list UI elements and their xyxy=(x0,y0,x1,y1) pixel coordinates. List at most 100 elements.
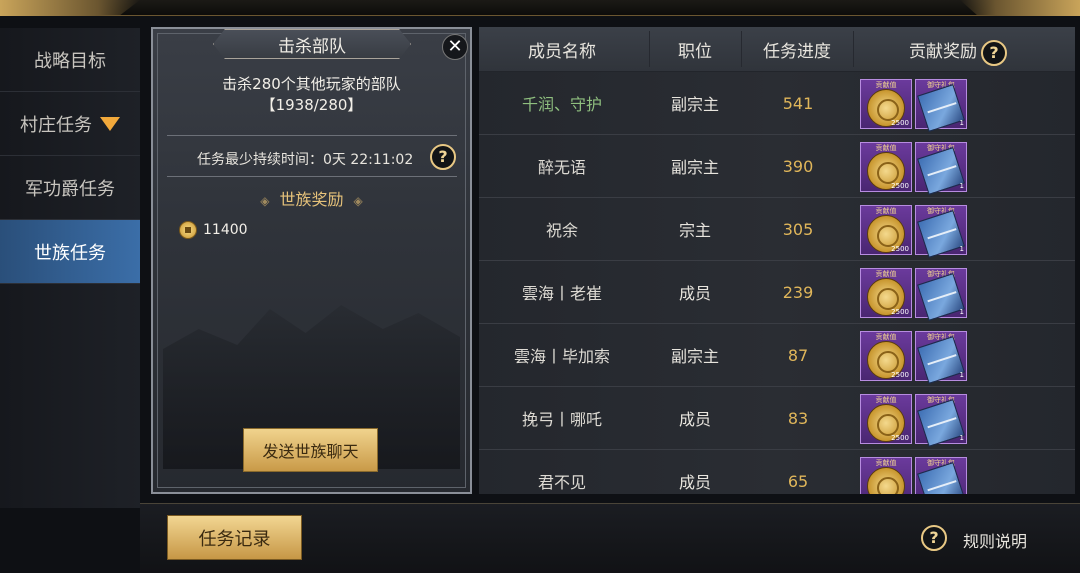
nav-item-strategic-goals[interactable]: 战略目标 xyxy=(0,28,140,92)
table-row[interactable]: 醉无语 副宗主 390 贡献值 2500 御守礼包 1 xyxy=(479,135,1075,198)
member-name: 雲海丨老崔 xyxy=(521,284,602,303)
divider xyxy=(167,135,457,136)
nav-item-label: 战略目标 xyxy=(34,50,106,72)
reward-item-count: 1 xyxy=(959,371,964,379)
task-description: 击杀280个其他玩家的部队 【1938/280】 xyxy=(153,74,470,116)
nav-item-label: 世族任务 xyxy=(34,242,106,264)
member-name: 雲海丨毕加索 xyxy=(513,347,610,366)
reward-section-title: ◈ 世族奖励 ◈ xyxy=(153,186,470,210)
reward-item-gift-pack[interactable]: 御守礼包 1 xyxy=(915,205,967,258)
header-role: 职位 xyxy=(678,41,712,62)
member-progress: 390 xyxy=(782,156,814,176)
reward-item-count: 2500 xyxy=(891,434,909,442)
reward-item-contribution[interactable]: 贡献值 2500 xyxy=(860,394,912,444)
member-progress: 541 xyxy=(782,93,814,113)
divider xyxy=(167,176,457,177)
nav-item-village-tasks[interactable]: 村庄任务 xyxy=(0,92,140,156)
help-icon[interactable]: ? xyxy=(430,144,456,170)
task-duration: 任务最少持续时间：0天 22:11:02 xyxy=(197,152,414,168)
nav-item-clan-tasks[interactable]: 世族任务 xyxy=(0,220,140,284)
panel-title: 击杀部队 xyxy=(213,29,411,59)
reward-item-count: 2500 xyxy=(891,371,909,379)
member-role: 成员 xyxy=(678,473,711,492)
top-corner-left-ornament xyxy=(0,0,140,16)
reward-item-count: 1 xyxy=(959,119,964,127)
reward-item-count: 1 xyxy=(959,182,964,190)
reward-item-gift-pack[interactable]: 御守礼包 1 xyxy=(915,142,967,195)
header-reward-label: 贡献奖励 xyxy=(909,41,977,62)
table-header: 成员名称 职位 任务进度 贡献奖励 ? xyxy=(479,27,1075,71)
rules-explanation-link[interactable]: 规则说明 xyxy=(963,528,1027,552)
nav-item-label: 村庄任务 xyxy=(20,114,92,136)
gift-pack-icon xyxy=(917,84,965,132)
reward-item-count: 2500 xyxy=(891,182,909,190)
member-progress: 239 xyxy=(782,282,814,302)
member-role: 副宗主 xyxy=(670,347,719,366)
member-name: 千润、守护 xyxy=(521,95,602,114)
table-row[interactable]: 祝余 宗主 305 贡献值 2500 御守礼包 1 xyxy=(479,198,1075,261)
table-row[interactable]: 雲海丨毕加索 副宗主 87 贡献值 2500 御守礼包 1 xyxy=(479,324,1075,387)
member-progress: 305 xyxy=(782,219,814,239)
send-clan-chat-button[interactable]: 发送世族聊天 xyxy=(243,428,378,472)
task-description-text: 击杀280个其他玩家的部队 xyxy=(222,75,401,93)
reward-item-gift-pack[interactable]: 御守礼包 1 xyxy=(915,331,967,384)
reward-item-gift-pack[interactable]: 御守礼包 1 xyxy=(915,268,967,321)
member-role: 副宗主 xyxy=(670,95,719,114)
contribution-medal-icon xyxy=(867,467,905,494)
header-member-name: 成员名称 xyxy=(528,41,596,62)
member-role: 成员 xyxy=(678,410,711,429)
member-progress: 87 xyxy=(787,345,809,365)
table-row[interactable]: 千润、守护 副宗主 541 贡献值 2500 御守礼包 1 xyxy=(479,72,1075,135)
task-detail-panel: 击杀部队 ✕ 击杀280个其他玩家的部队 【1938/280】 任务最少持续时间… xyxy=(151,27,472,494)
reward-item-count: 2500 xyxy=(891,245,909,253)
reward-item-count: 1 xyxy=(959,434,964,442)
gift-pack-icon xyxy=(917,210,965,258)
reward-amount: 11400 xyxy=(203,222,248,238)
gift-pack-icon xyxy=(917,336,965,384)
member-role: 宗主 xyxy=(678,221,711,240)
reward-item-contribution[interactable]: 贡献值 2500 xyxy=(860,331,912,381)
member-name: 祝余 xyxy=(545,221,578,240)
reward-item-count: 2500 xyxy=(891,308,909,316)
reward-item-gift-pack[interactable]: 御守礼包 xyxy=(915,457,967,494)
reward-item-contribution[interactable]: 贡献值 xyxy=(860,457,912,494)
member-name: 君不见 xyxy=(537,473,586,492)
reward-item-count: 2500 xyxy=(891,119,909,127)
member-progress: 83 xyxy=(787,408,809,428)
gift-pack-icon xyxy=(917,399,965,447)
task-progress-text: 【1938/280】 xyxy=(260,96,363,114)
reward-item-gift-pack[interactable]: 御守礼包 1 xyxy=(915,79,967,132)
ornament-icon: ◈ xyxy=(260,194,270,208)
member-progress: 65 xyxy=(787,471,809,491)
coin-icon xyxy=(179,221,197,239)
gift-pack-icon xyxy=(917,147,965,195)
table-row[interactable]: 雲海丨老崔 成员 239 贡献值 2500 御守礼包 1 xyxy=(479,261,1075,324)
ornament-icon: ◈ xyxy=(353,194,363,208)
help-icon[interactable]: ? xyxy=(921,525,947,551)
table-row[interactable]: 君不见 成员 65 贡献值 御守礼包 xyxy=(479,450,1075,494)
header-progress: 任务进度 xyxy=(763,41,831,62)
top-corner-right-ornament xyxy=(960,0,1080,16)
member-name: 挽弓丨哪吒 xyxy=(521,410,602,429)
reward-item-contribution[interactable]: 贡献值 2500 xyxy=(860,79,912,129)
side-nav: 战略目标 村庄任务 军功爵任务 世族任务 xyxy=(0,28,140,508)
member-role: 副宗主 xyxy=(670,158,719,177)
reward-row: 11400 xyxy=(179,221,248,239)
reward-item-count: 1 xyxy=(959,245,964,253)
table-row[interactable]: 挽弓丨哪吒 成员 83 贡献值 2500 御守礼包 1 xyxy=(479,387,1075,450)
reward-item-contribution[interactable]: 贡献值 2500 xyxy=(860,205,912,255)
member-name: 醉无语 xyxy=(537,158,586,177)
help-icon[interactable]: ? xyxy=(981,40,1007,66)
close-icon[interactable]: ✕ xyxy=(442,34,468,60)
reward-item-contribution[interactable]: 贡献值 2500 xyxy=(860,268,912,318)
reward-item-count: 1 xyxy=(959,308,964,316)
reward-title-text: 世族奖励 xyxy=(279,190,344,209)
reward-item-contribution[interactable]: 贡献值 2500 xyxy=(860,142,912,192)
triangle-down-icon xyxy=(100,116,120,131)
nav-item-military-merit-tasks[interactable]: 军功爵任务 xyxy=(0,156,140,220)
members-table: 成员名称 职位 任务进度 贡献奖励 ? 千润、守护 副宗主 541 贡献值 2500 御守… xyxy=(479,27,1075,494)
reward-item-gift-pack[interactable]: 御守礼包 1 xyxy=(915,394,967,447)
member-role: 成员 xyxy=(678,284,711,303)
task-log-button[interactable]: 任务记录 xyxy=(167,515,302,560)
top-bar xyxy=(0,0,1080,16)
